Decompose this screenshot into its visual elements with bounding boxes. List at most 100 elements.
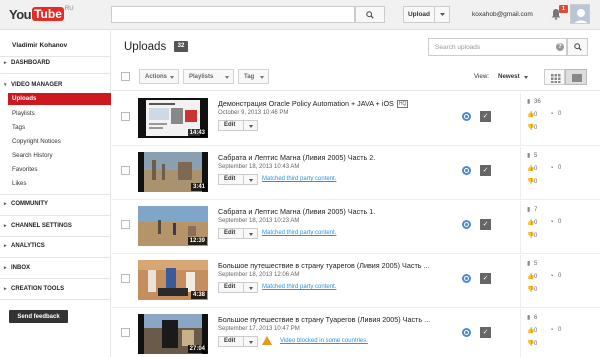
- video-title[interactable]: Сабрата и Лептис Магна (Ливия 2005) Част…: [218, 153, 375, 162]
- sidebar-divider: [0, 278, 110, 279]
- public-globe-icon[interactable]: [462, 112, 471, 121]
- edit-button[interactable]: Edit: [218, 336, 244, 347]
- likes-stat: 👍0: [527, 166, 538, 172]
- chevron-down-icon: [439, 12, 445, 16]
- video-row[interactable]: 27:04 Большое путешествие в страну Туаре…: [112, 309, 600, 357]
- video-row[interactable]: 4:38 Большое путешествие в страну туарег…: [112, 255, 600, 308]
- video-title[interactable]: Сабрата и Лептис Магна (Ливия 2005) Част…: [218, 207, 375, 216]
- video-thumbnail[interactable]: 4:38: [138, 260, 208, 300]
- thumbs-up-icon: 👍: [527, 166, 535, 172]
- upload-button[interactable]: Upload: [403, 6, 435, 23]
- help-icon[interactable]: ?: [556, 43, 564, 51]
- list-view-button[interactable]: [565, 69, 587, 85]
- chevron-down-icon: [170, 76, 174, 79]
- sidebar-item-tags[interactable]: Tags: [12, 124, 25, 131]
- likes-stat: 👍0: [527, 328, 538, 334]
- edit-dropdown-button[interactable]: [244, 120, 258, 131]
- avatar[interactable]: [570, 4, 590, 24]
- search-button[interactable]: [355, 6, 385, 23]
- thumbs-down-icon: 👎: [527, 341, 535, 347]
- bar-chart-icon: ▮: [527, 99, 531, 105]
- sidebar-divider: [0, 194, 110, 195]
- video-row[interactable]: 14:43 Демонстрация Oracle Policy Automat…: [112, 93, 600, 146]
- row-checkbox[interactable]: [121, 328, 130, 337]
- page-title: Uploads: [124, 41, 167, 53]
- video-title[interactable]: Демонстрация Oracle Policy Automation + …: [218, 99, 409, 108]
- search-uploads-button[interactable]: [567, 38, 588, 56]
- views-stat: ▮ 5: [527, 261, 538, 267]
- sidebar-username[interactable]: Vladimir Kohanov: [12, 42, 67, 49]
- video-duration: 3:41: [190, 183, 207, 191]
- video-date: September 18, 2013 12:06 AM: [218, 272, 300, 278]
- tag-dropdown[interactable]: Tag: [238, 69, 269, 84]
- thumbs-down-icon: 👎: [527, 287, 535, 293]
- edit-dropdown-button[interactable]: [244, 228, 258, 239]
- comment-icon: ▪: [551, 327, 554, 333]
- edit-button[interactable]: Edit: [218, 228, 244, 239]
- edit-button[interactable]: Edit: [218, 120, 244, 131]
- comment-icon: ▪: [551, 219, 554, 225]
- copyright-claim-link[interactable]: Matched third party content.: [262, 284, 336, 290]
- copyright-claim-link[interactable]: Matched third party content.: [262, 176, 336, 182]
- search-icon: [573, 43, 582, 51]
- edit-button[interactable]: Edit: [218, 174, 244, 185]
- edit-dropdown-button[interactable]: [244, 282, 258, 293]
- sidebar-item-copyright-notices[interactable]: Copyright Notices: [12, 138, 61, 145]
- video-row[interactable]: 3:41 Сабрата и Лептис Магна (Ливия 2005)…: [112, 147, 600, 200]
- sort-dropdown[interactable]: Newest: [498, 73, 520, 80]
- blocked-notice-link[interactable]: Video blocked in some countries.: [280, 338, 368, 344]
- sidebar-item-dashboard[interactable]: ▸ DASHBOARD: [4, 60, 50, 66]
- sidebar-item-search-history[interactable]: Search History: [12, 152, 53, 159]
- video-date: September 18, 2013 10:23 AM: [218, 218, 300, 224]
- sidebar-item-creation-tools[interactable]: ▸ CREATION TOOLS: [4, 286, 64, 292]
- select-all-checkbox[interactable]: [121, 72, 130, 81]
- edit-button[interactable]: Edit: [218, 282, 244, 293]
- youtube-logo[interactable]: You Tube RU: [9, 6, 74, 22]
- edit-dropdown-button[interactable]: [244, 336, 258, 347]
- row-checkbox[interactable]: [121, 112, 130, 121]
- upload-dropdown-button[interactable]: [435, 6, 450, 23]
- video-thumbnail[interactable]: 14:43: [138, 98, 208, 138]
- expand-triangle-icon: ▸: [4, 60, 7, 66]
- sidebar-item-video-manager[interactable]: ▾ VIDEO MANAGER: [4, 82, 62, 88]
- sidebar-item-analytics[interactable]: ▸ ANALYTICS: [4, 243, 45, 249]
- search-icon: [366, 10, 374, 19]
- video-thumbnail[interactable]: 3:41: [138, 152, 208, 192]
- row-checkbox[interactable]: [121, 166, 130, 175]
- public-globe-icon[interactable]: [462, 328, 471, 337]
- row-checkbox[interactable]: [121, 220, 130, 229]
- sidebar-item-likes[interactable]: Likes: [12, 180, 26, 187]
- view-label: View:: [474, 73, 490, 80]
- row-checkbox[interactable]: [121, 274, 130, 283]
- grid-icon: [551, 74, 561, 83]
- playlists-dropdown[interactable]: Playlists: [183, 69, 234, 84]
- video-title[interactable]: Большое путешествие в страну Туарегов (Л…: [218, 315, 430, 324]
- actions-dropdown[interactable]: Actions: [139, 69, 179, 84]
- main-content: Uploads 32 Search uploads ? Actions Play…: [112, 31, 600, 357]
- sidebar-item-channel-settings[interactable]: ▸ CHANNEL SETTINGS: [4, 223, 72, 229]
- sidebar-item-playlists[interactable]: Playlists: [12, 110, 35, 117]
- search-input[interactable]: [111, 6, 355, 23]
- video-thumbnail[interactable]: 12:39: [138, 206, 208, 246]
- search-uploads-input[interactable]: Search uploads ?: [428, 38, 567, 56]
- sidebar-item-inbox[interactable]: ▸ INBOX: [4, 265, 30, 271]
- comments-stat: ▪ 0: [551, 111, 562, 117]
- video-row[interactable]: 12:39 Сабрата и Лептис Магна (Ливия 2005…: [112, 201, 600, 254]
- sidebar-item-community[interactable]: ▸ COMMUNITY: [4, 201, 48, 207]
- expand-triangle-icon: ▸: [4, 243, 7, 249]
- send-feedback-button[interactable]: Send feedback: [9, 310, 68, 323]
- edit-dropdown-button[interactable]: [244, 174, 258, 185]
- user-silhouette-icon: [571, 5, 589, 23]
- video-title[interactable]: Большое путешествие в страну туарегов (Л…: [218, 261, 429, 270]
- dislikes-stat: 👎0: [527, 125, 538, 131]
- public-globe-icon[interactable]: [462, 166, 471, 175]
- checkmark-icon: ✓: [480, 273, 491, 284]
- public-globe-icon[interactable]: [462, 220, 471, 229]
- comments-stat: ▪ 0: [551, 165, 562, 171]
- sidebar-item-uploads[interactable]: Uploads: [8, 93, 111, 105]
- copyright-claim-link[interactable]: Matched third party content.: [262, 230, 336, 236]
- video-thumbnail[interactable]: 27:04: [138, 314, 208, 354]
- public-globe-icon[interactable]: [462, 274, 471, 283]
- grid-view-button[interactable]: [544, 69, 565, 85]
- sidebar-item-favorites[interactable]: Favorites: [12, 166, 37, 173]
